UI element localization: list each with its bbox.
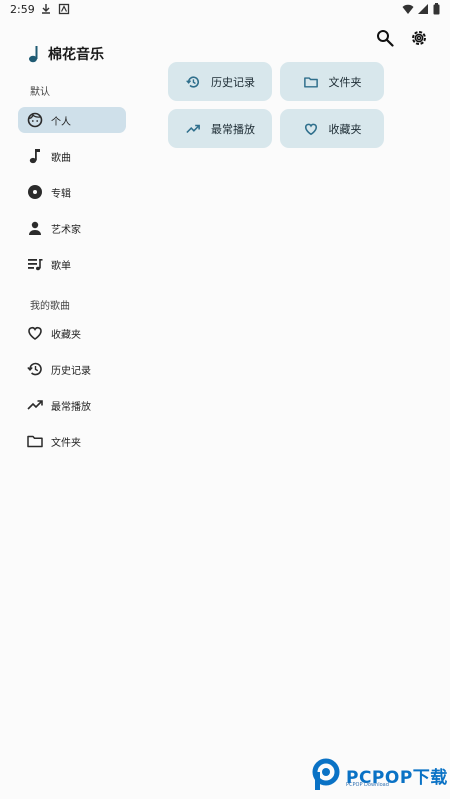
nav-item-playlists[interactable]: 歌单 xyxy=(18,251,126,277)
settings-button[interactable] xyxy=(408,27,430,49)
nav-item-songs[interactable]: 歌曲 xyxy=(18,143,126,169)
nav-item-label: 文件夹 xyxy=(51,437,81,449)
trending-up-icon xyxy=(26,396,44,414)
nav-item-albums[interactable]: 专辑 xyxy=(18,179,126,205)
history-icon xyxy=(26,360,44,378)
download-icon xyxy=(40,3,52,15)
wifi-icon xyxy=(402,3,414,18)
card-label: 文件夹 xyxy=(328,75,362,89)
section-my-songs-label: 我的歌曲 xyxy=(30,301,70,312)
nav-item-favorites[interactable]: 收藏夹 xyxy=(18,320,126,346)
status-bar: 2:59 xyxy=(0,0,450,20)
pcpop-logo-icon xyxy=(312,758,340,790)
app-brand: 棉花音乐 xyxy=(28,44,104,64)
watermark: PCPOP下载 PCPOP Download xyxy=(312,758,448,792)
nav-item-folders[interactable]: 文件夹 xyxy=(18,428,126,454)
card-history[interactable]: 历史记录 xyxy=(168,62,272,101)
search-icon xyxy=(377,30,394,47)
nav-item-label: 专辑 xyxy=(51,188,71,200)
watermark-subtext: PCPOP Download xyxy=(346,782,389,788)
history-icon xyxy=(185,74,201,90)
card-label: 历史记录 xyxy=(211,75,255,89)
face-icon xyxy=(26,111,44,129)
music-note-icon xyxy=(29,46,38,63)
playlist-icon xyxy=(26,255,44,273)
nav-item-history[interactable]: 历史记录 xyxy=(18,356,126,382)
nav-item-label: 收藏夹 xyxy=(51,329,81,341)
nav-item-label: 歌曲 xyxy=(51,152,71,164)
notification-icon xyxy=(58,3,70,15)
nav-item-label: 个人 xyxy=(51,116,71,128)
person-icon xyxy=(26,219,44,237)
nav-item-label: 历史记录 xyxy=(51,365,91,377)
status-time: 2:59 xyxy=(10,3,35,16)
battery-icon xyxy=(433,3,440,18)
music-note-icon xyxy=(26,147,44,165)
nav-item-label: 艺术家 xyxy=(51,224,81,236)
folder-icon xyxy=(303,74,319,90)
app-title: 棉花音乐 xyxy=(48,47,104,63)
card-label: 收藏夹 xyxy=(328,122,362,136)
heart-icon xyxy=(26,324,44,342)
folder-icon xyxy=(26,432,44,450)
card-label: 最常播放 xyxy=(211,122,255,136)
card-most-played[interactable]: 最常播放 xyxy=(168,109,272,148)
nav-item-personal[interactable]: 个人 xyxy=(18,107,126,133)
card-folders[interactable]: 文件夹 xyxy=(280,62,384,101)
nav-item-label: 歌单 xyxy=(51,260,71,272)
signal-icon xyxy=(418,3,429,18)
search-button[interactable] xyxy=(374,27,396,49)
nav-item-label: 最常播放 xyxy=(51,401,91,413)
card-favorites[interactable]: 收藏夹 xyxy=(280,109,384,148)
top-actions xyxy=(374,27,430,49)
album-icon xyxy=(26,183,44,201)
nav-item-artists[interactable]: 艺术家 xyxy=(18,215,126,241)
heart-icon xyxy=(303,121,319,137)
trending-up-icon xyxy=(185,121,201,137)
section-default-label: 默认 xyxy=(30,87,50,98)
gear-icon xyxy=(412,31,426,45)
nav-item-most-played[interactable]: 最常播放 xyxy=(18,392,126,418)
